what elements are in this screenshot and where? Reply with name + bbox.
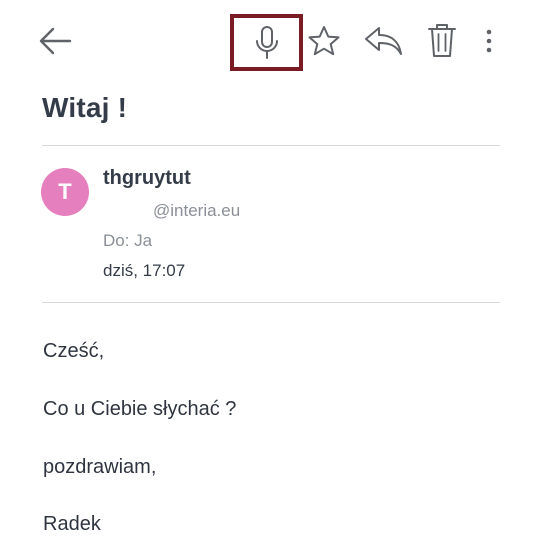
more-options-button[interactable]	[475, 22, 503, 60]
body-line-signature: Radek	[43, 513, 101, 535]
star-button[interactable]	[303, 20, 345, 62]
more-vertical-icon	[486, 29, 492, 53]
microphone-icon	[255, 25, 278, 59]
message-date: dziś, 17:07	[103, 261, 186, 280]
trash-icon	[428, 24, 456, 57]
header-divider	[42, 145, 500, 146]
body-line-closing: pozdrawiam,	[43, 456, 157, 478]
reply-button[interactable]	[360, 18, 406, 62]
sender-email: @interia.eu	[153, 201, 241, 220]
reply-icon	[365, 27, 402, 55]
body-line-question: Co u Ciebie słychać ?	[43, 398, 237, 420]
avatar-initial: T	[58, 179, 72, 204]
message-subject: Witaj !	[42, 92, 128, 123]
microphone-button[interactable]	[230, 14, 303, 71]
sender-name[interactable]: thgruytut	[103, 167, 191, 190]
body-divider	[42, 302, 500, 303]
star-icon	[308, 26, 340, 56]
body-line-greeting: Cześć,	[43, 340, 105, 362]
back-button[interactable]	[34, 20, 76, 62]
recipient-label: Do: Ja	[103, 231, 153, 250]
arrow-left-icon	[39, 27, 72, 55]
avatar[interactable]: T	[41, 168, 89, 216]
delete-button[interactable]	[422, 18, 462, 62]
